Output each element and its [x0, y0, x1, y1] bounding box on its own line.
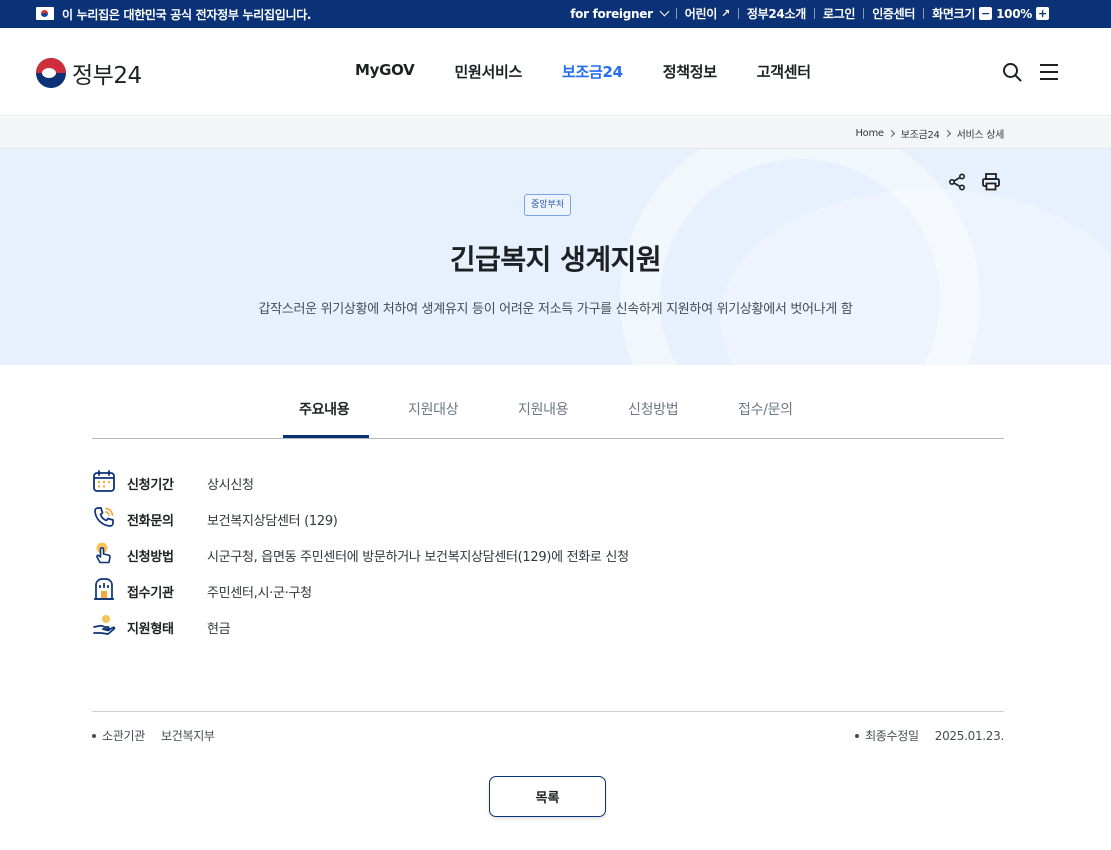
nav-civil-services[interactable]: 민원서비스: [454, 61, 522, 82]
calendar-icon: [93, 470, 115, 492]
detail-tabs: 주요내용 지원대상 지원내용 신청방법 접수/문의: [92, 386, 1004, 439]
nav-policy-info[interactable]: 정책정보: [663, 61, 717, 82]
foreigner-link[interactable]: for foreigner: [562, 7, 676, 21]
responsible-agency: 소관기관 보건복지부: [92, 727, 215, 744]
tab-eligibility[interactable]: 지원대상: [408, 399, 459, 419]
service-description: 갑작스러운 위기상황에 처하여 생계유지 등이 어려운 저소득 가구를 신속하게…: [258, 302, 853, 317]
tab-how-to-apply[interactable]: 신청방법: [628, 399, 679, 419]
info-row-support-type: 지원형태 현금: [92, 610, 1004, 640]
nav-mygov[interactable]: MyGOV: [355, 61, 415, 82]
breadcrumb-home[interactable]: Home: [855, 128, 884, 139]
external-link-icon: ↗: [720, 7, 730, 20]
cert-center-link[interactable]: 인증센터: [864, 5, 923, 22]
chevron-down-icon: [659, 6, 670, 17]
breadcrumb-current: 서비스 상세: [956, 130, 1005, 141]
tab-contact[interactable]: 접수/문의: [738, 399, 793, 419]
list-button[interactable]: 목록: [489, 776, 606, 817]
org-value: 보건복지부: [160, 729, 215, 743]
info-row-phone-inquiry: 전화문의 보건복지상담센터 (129): [92, 502, 1004, 532]
divider: [92, 711, 1004, 712]
gov-notice: 이 누리집은 대한민국 공식 전자정부 누리집입니다.: [62, 8, 312, 22]
info-row-receiving-agency: 접수기관 주민센터,시·군·구청: [92, 574, 1004, 604]
zoom-out-button[interactable]: −: [979, 7, 993, 20]
hamburger-menu-icon[interactable]: [1040, 64, 1058, 80]
tab-support-content[interactable]: 지원내용: [518, 399, 569, 419]
gov-banner: 이 누리집은 대한민국 공식 전자정부 누리집입니다. for foreigne…: [0, 0, 1111, 28]
tab-main-content[interactable]: 주요내용: [299, 399, 350, 419]
about-link[interactable]: 정부24소개: [739, 5, 814, 22]
print-icon[interactable]: [981, 172, 1001, 192]
building-icon: [94, 578, 114, 600]
main-nav: MyGOV 민원서비스 보조금24 정책정보 고객센터: [355, 61, 811, 82]
info-label: 전화문의: [127, 514, 174, 529]
info-value: 보건복지상담센터 (129): [207, 514, 338, 529]
breadcrumb-subsidy24[interactable]: 보조금24: [901, 126, 940, 141]
site-header: 정부24 MyGOV 민원서비스 보조금24 정책정보 고객센터: [0, 28, 1111, 116]
bullet-icon: [92, 733, 96, 738]
info-label: 접수기관: [127, 586, 174, 601]
updated-value: 2025.01.23.: [934, 728, 1005, 743]
login-link[interactable]: 로그인: [815, 5, 863, 22]
gov-emblem-icon: [36, 58, 66, 88]
chevron-right-icon: [887, 129, 895, 138]
search-icon[interactable]: [1002, 62, 1022, 82]
service-title: 긴급복지 생계지원: [449, 243, 662, 276]
service-hero: 중앙부처 긴급복지 생계지원 갑작스러운 위기상황에 처하여 생계유지 등이 어…: [0, 149, 1111, 365]
touch-icon: [96, 542, 111, 564]
info-label: 신청방법: [127, 550, 174, 565]
korea-flag-icon: [36, 7, 54, 20]
site-logo[interactable]: 정부24: [36, 56, 142, 90]
kids-link[interactable]: 어린이 ↗: [677, 5, 738, 22]
info-value: 주민센터,시·군·구청: [207, 586, 312, 601]
screen-size-control: 화면크기 − 100% +: [924, 5, 1061, 22]
info-label: 신청기간: [127, 478, 174, 493]
chevron-right-icon: [943, 129, 951, 138]
logo-text: 정부24: [72, 63, 142, 89]
info-value: 상시신청: [207, 478, 254, 493]
agency-type-badge: 중앙부처: [524, 194, 572, 216]
nav-subsidy24[interactable]: 보조금24: [562, 61, 623, 82]
phone-icon: [94, 507, 114, 527]
bullet-icon: [855, 733, 860, 738]
nav-customer-center[interactable]: 고객센터: [757, 61, 811, 82]
updated-label: 최종수정일: [865, 729, 919, 743]
info-label: 지원형태: [127, 622, 174, 637]
info-value: 시군구청, 읍면동 주민센터에 방문하거나 보건복지상담센터(129)에 전화로…: [207, 550, 629, 565]
info-value: 현금: [207, 622, 231, 637]
info-row-how-to-apply: 신청방법 시군구청, 읍면동 주민센터에 방문하거나 보건복지상담센터(129)…: [92, 538, 1004, 568]
utility-menu: for foreigner 어린이 ↗ 정부24소개 로그인 인증센터 화면크기 …: [562, 5, 1061, 22]
share-icon[interactable]: [948, 173, 966, 191]
info-row-application-period: 신청기간 상시신청: [92, 466, 1004, 496]
breadcrumb-bar: Home 보조금24 서비스 상세: [0, 117, 1111, 149]
hand-coin-icon: [93, 615, 116, 635]
active-tab-indicator: [283, 435, 369, 438]
zoom-level: 100%: [996, 6, 1032, 21]
last-modified: 최종수정일 2025.01.23.: [855, 727, 1004, 744]
breadcrumb: Home 보조금24 서비스 상세: [855, 126, 1004, 141]
org-label: 소관기관: [102, 729, 145, 743]
zoom-in-button[interactable]: +: [1036, 7, 1049, 20]
